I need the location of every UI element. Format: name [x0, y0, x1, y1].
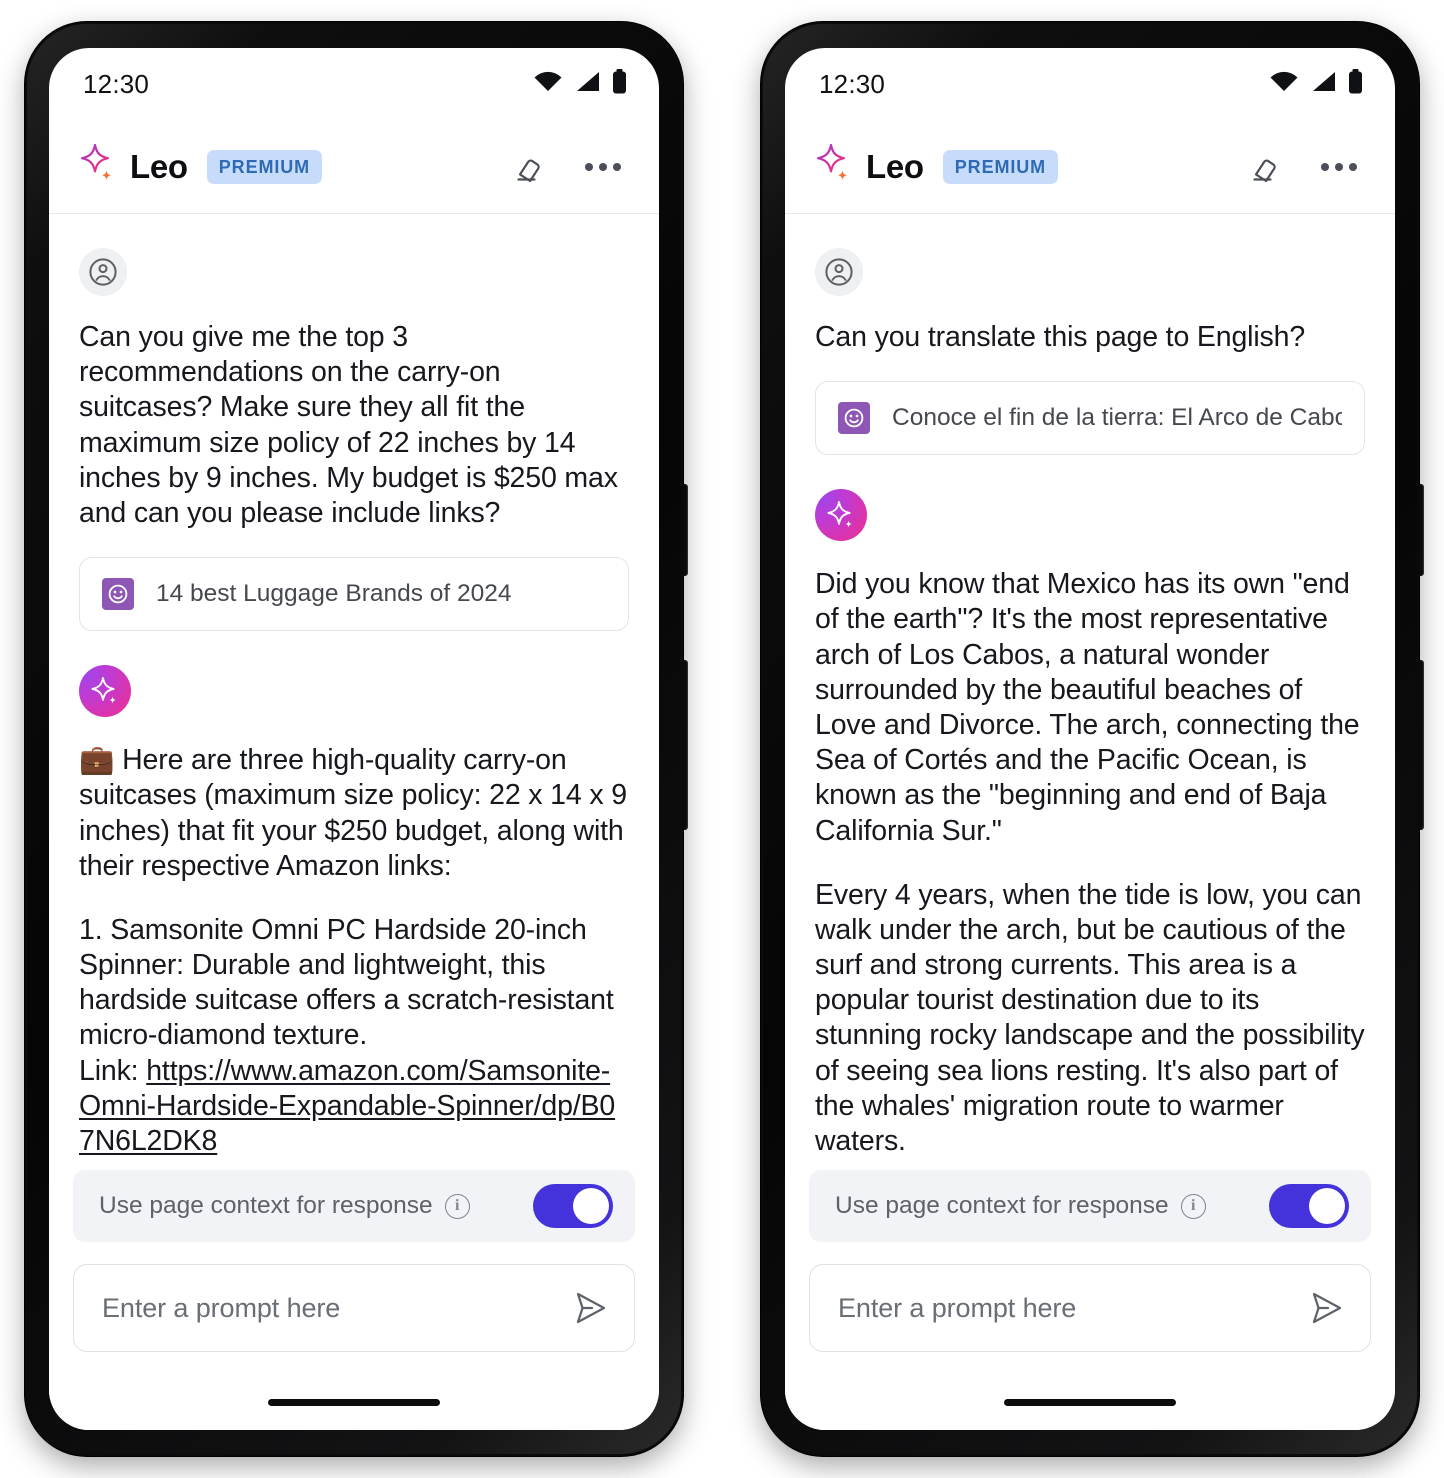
smiley-favicon	[102, 578, 134, 611]
assistant-paragraph: Every 4 years, when the tide is low, you…	[815, 878, 1365, 1157]
info-icon[interactable]: i	[444, 1193, 470, 1219]
page-context-card[interactable]: 14 best Luggage Brands of 2024	[79, 557, 629, 632]
home-indicator-area	[73, 1374, 635, 1430]
app-title: Leo	[130, 147, 188, 185]
header-actions	[507, 145, 631, 189]
status-clock: 12:30	[83, 68, 150, 99]
screenshot-stage: 12:30 Leo PREMIUM Can you give me the to…	[0, 0, 1444, 1478]
prompt-input-box[interactable]: Enter a prompt here	[809, 1264, 1371, 1352]
leo-sparkle-avatar-icon	[815, 489, 867, 542]
phone-screen-right: 12:30 Leo PREMIUM Can you translate this…	[785, 48, 1395, 1430]
info-icon[interactable]: i	[1180, 1193, 1206, 1219]
phone-mockup-right: 12:30 Leo PREMIUM Can you translate this…	[761, 22, 1424, 1456]
cellular-signal-icon	[574, 70, 601, 99]
link-prefix: Link:	[79, 1054, 147, 1087]
wifi-icon	[1269, 70, 1299, 99]
toggle-knob	[1309, 1188, 1345, 1224]
status-bar: 12:30	[49, 48, 659, 120]
page-context-toggle-label: Use page context for response	[99, 1192, 433, 1219]
page-context-toggle-row: Use page context for response i	[73, 1170, 635, 1242]
user-avatar-icon	[79, 248, 127, 296]
more-options-icon[interactable]	[581, 145, 625, 189]
status-clock: 12:30	[819, 68, 886, 99]
toggle-knob	[573, 1188, 609, 1224]
home-indicator-area	[809, 1374, 1371, 1430]
assistant-paragraph: 💼 Here are three high-quality carry-on s…	[79, 744, 627, 882]
prompt-input-placeholder: Enter a prompt here	[838, 1292, 1077, 1323]
premium-badge: PREMIUM	[206, 149, 323, 184]
bottom-bar-left: Use page context for response i Enter a …	[49, 1170, 659, 1430]
status-icons	[1269, 68, 1363, 100]
header-actions	[1243, 145, 1367, 189]
page-context-toggle[interactable]	[533, 1184, 613, 1228]
premium-badge: PREMIUM	[942, 149, 1059, 184]
smiley-favicon	[838, 402, 870, 435]
battery-icon	[1348, 68, 1363, 100]
cellular-signal-icon	[1310, 70, 1337, 99]
conversation-right: Can you translate this page to English? …	[785, 214, 1395, 1170]
page-context-toggle-row: Use page context for response i	[809, 1170, 1371, 1242]
power-button[interactable]	[1417, 484, 1424, 576]
app-title: Leo	[866, 147, 924, 185]
conversation-left: Can you give me the top 3 recommendation…	[49, 214, 659, 1170]
app-header: Leo PREMIUM	[785, 120, 1395, 214]
home-indicator[interactable]	[268, 1398, 440, 1406]
prompt-input-box[interactable]: Enter a prompt here	[73, 1264, 635, 1352]
bottom-bar-right: Use page context for response i Enter a …	[785, 1170, 1395, 1430]
wifi-icon	[533, 70, 563, 99]
app-header: Leo PREMIUM	[49, 120, 659, 214]
power-button[interactable]	[681, 484, 688, 576]
send-icon[interactable]	[1304, 1290, 1346, 1326]
brand-block: Leo PREMIUM	[813, 143, 1059, 190]
assistant-message-right: Did you know that Mexico has its own "en…	[815, 567, 1365, 1170]
status-icons	[533, 68, 627, 100]
eraser-icon[interactable]	[1243, 145, 1287, 189]
prompt-input-placeholder: Enter a prompt here	[102, 1292, 341, 1323]
more-options-icon[interactable]	[1317, 145, 1361, 189]
phone-mockup-left: 12:30 Leo PREMIUM Can you give me the to…	[25, 22, 688, 1456]
page-context-toggle[interactable]	[1269, 1184, 1349, 1228]
eraser-icon[interactable]	[507, 145, 551, 189]
leo-sparkle-icon	[77, 143, 117, 190]
page-context-card[interactable]: Conoce el fin de la tierra: El Arco de C…	[815, 381, 1365, 456]
send-icon[interactable]	[568, 1290, 610, 1326]
volume-button[interactable]	[1417, 660, 1424, 830]
home-indicator[interactable]	[1004, 1398, 1176, 1406]
user-message: Can you give me the top 3 recommendation…	[79, 321, 618, 529]
page-context-toggle-label: Use page context for response	[835, 1192, 1169, 1219]
phone-screen-left: 12:30 Leo PREMIUM Can you give me the to…	[49, 48, 659, 1430]
leo-sparkle-icon	[813, 143, 853, 190]
page-context-title: 14 best Luggage Brands of 2024	[156, 580, 512, 608]
assistant-paragraph: Did you know that Mexico has its own "en…	[815, 568, 1360, 847]
page-context-title: Conoce el fin de la tierra: El Arco de C…	[892, 404, 1342, 432]
user-avatar-icon	[815, 248, 863, 296]
assistant-link-line: Link: https://www.amazon.com/Samsonite-O…	[79, 1054, 629, 1160]
battery-icon	[612, 68, 627, 100]
volume-button[interactable]	[681, 660, 688, 830]
assistant-paragraph: 1. Samsonite Omni PC Hardside 20-inch Sp…	[79, 913, 614, 1052]
brand-block: Leo PREMIUM	[77, 143, 323, 190]
leo-sparkle-avatar-icon	[79, 665, 131, 718]
user-message: Can you translate this page to English?	[815, 321, 1306, 353]
amazon-product-link[interactable]: https://www.amazon.com/Samsonite-Omni-Ha…	[79, 1055, 615, 1157]
status-bar: 12:30	[785, 48, 1395, 120]
assistant-message-left: 💼 Here are three high-quality carry-on s…	[79, 743, 629, 1170]
page-context-toggle-label-group: Use page context for response i	[835, 1192, 1206, 1220]
page-context-toggle-label-group: Use page context for response i	[99, 1192, 470, 1220]
